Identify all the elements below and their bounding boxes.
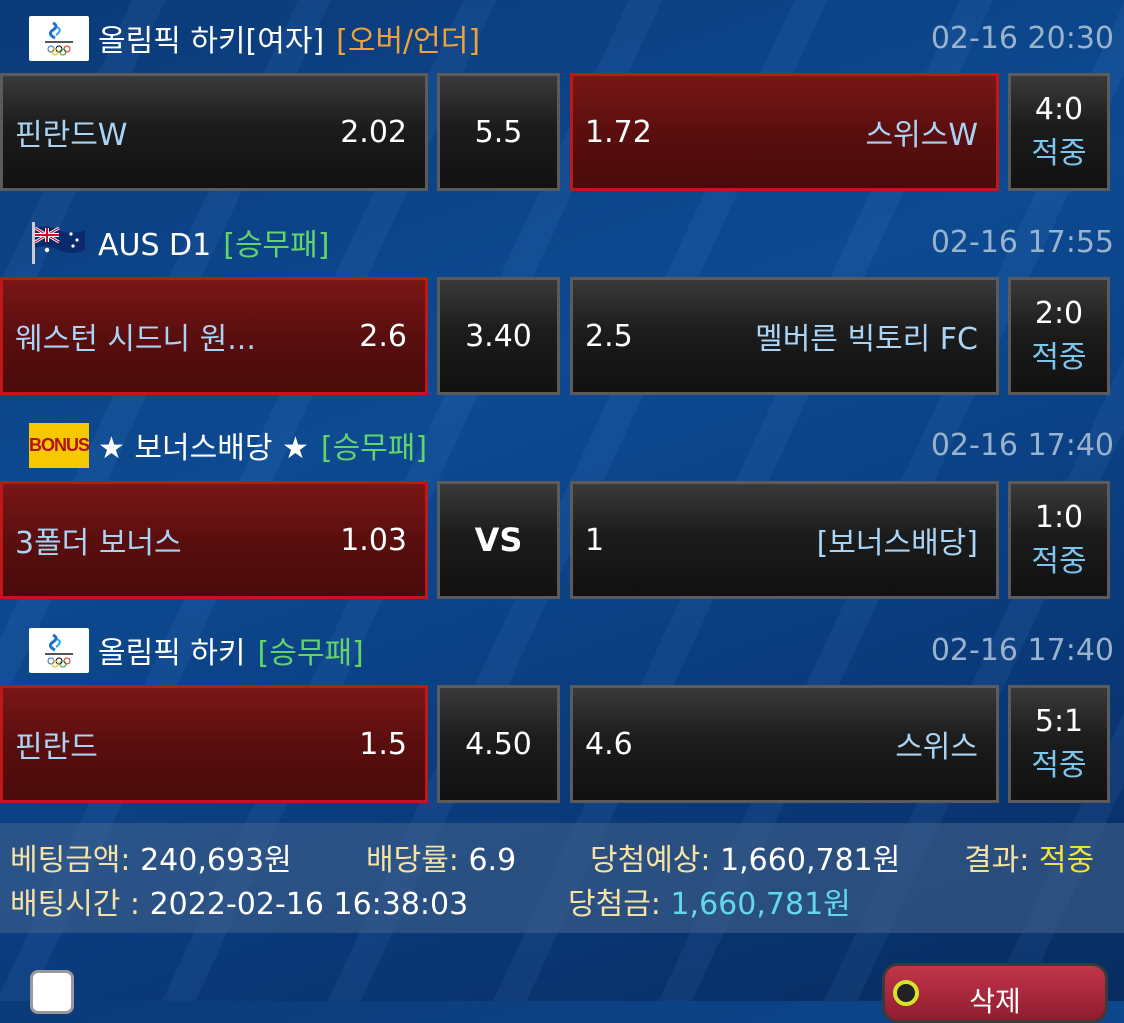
bet-amount-label: 베팅금액: (10, 843, 131, 878)
home-team: 웨스턴 시드니 원... (15, 322, 256, 357)
away-team: 스위스 (895, 730, 978, 765)
final-score: 4:0 (1034, 92, 1084, 127)
home-team: 핀란드W (15, 118, 128, 153)
olympic-logo-icon (29, 627, 89, 673)
result-box: 4:0 적중 (1008, 73, 1110, 191)
bet-type-tag: [승무패] (223, 228, 330, 263)
home-odd: 1.03 (340, 522, 407, 558)
select-checkbox[interactable] (30, 970, 74, 1014)
mid-value: 4.50 (465, 726, 532, 762)
expected-label: 당첨예상: (590, 843, 711, 878)
win-amount: 당첨금: 1,660,781원 (568, 879, 851, 923)
away-odd: 2.5 (585, 318, 633, 354)
away-team: 스위스W (865, 118, 978, 153)
away-odd: 4.6 (585, 726, 633, 762)
bet-header: BONUS ★ 보너스배당 ★ [승무패] 02-16 17:40 (0, 415, 1124, 475)
away-odd: 1 (585, 522, 605, 558)
bet-type-tag: [승무패] (257, 636, 364, 671)
final-score: 5:1 (1034, 704, 1084, 739)
home-pick[interactable]: 웨스턴 시드니 원... 2.6 (0, 277, 428, 395)
result: 결과: 적중 (964, 835, 1094, 879)
result-status: 적중 (1031, 748, 1087, 783)
result-status: 적중 (1031, 136, 1087, 171)
bet-type-tag: [오버/언더] (336, 24, 481, 59)
match-time: 02-16 17:40 (930, 427, 1114, 463)
bet-amount-value: 240,693원 (140, 843, 292, 878)
draw-pick[interactable]: 4.50 (437, 685, 560, 803)
away-team: 멜버른 빅토리 FC (755, 322, 978, 357)
home-team: 3폴더 보너스 (15, 526, 182, 561)
league-name: 올림픽 하키[여자] [오버/언더] (98, 16, 480, 60)
away-pick[interactable]: 2.5 멜버른 빅토리 FC (570, 277, 999, 395)
bet-time: 배팅시간 : 2022-02-16 16:38:03 (10, 879, 468, 923)
league-title: 올림픽 하키 (98, 636, 246, 671)
match-time: 02-16 17:55 (930, 224, 1114, 260)
league-title: AUS D1 (98, 228, 212, 263)
delete-label: 삭제 (969, 985, 1021, 1018)
bet-summary: 베팅금액: 240,693원 배당률: 6.9 당첨예상: 1,660,781원… (0, 823, 1124, 933)
home-odd: 1.5 (359, 726, 407, 762)
result-status: 적중 (1031, 340, 1087, 375)
league-title: ★ 보너스배당 ★ (98, 431, 309, 466)
home-odd: 2.6 (359, 318, 407, 354)
final-score: 2:0 (1034, 296, 1084, 331)
bet-amount: 베팅금액: 240,693원 (10, 835, 292, 879)
final-score: 1:0 (1034, 500, 1084, 535)
result-box: 1:0 적중 (1008, 481, 1110, 599)
home-pick[interactable]: 핀란드 1.5 (0, 685, 428, 803)
away-odd: 1.72 (585, 114, 652, 150)
expected-value: 1,660,781원 (720, 843, 901, 878)
away-pick[interactable]: 1.72 스위스W (570, 73, 999, 191)
home-pick[interactable]: 3폴더 보너스 1.03 (0, 481, 428, 599)
delete-button[interactable]: 삭제 (882, 963, 1108, 1023)
mid-value: 3.40 (465, 318, 532, 354)
away-team: [보너스배당] (816, 526, 978, 561)
home-team: 핀란드 (15, 730, 98, 765)
bet-header: 올림픽 하키 [승무패] 02-16 17:40 (0, 620, 1124, 680)
odds: 배당률: 6.9 (366, 835, 516, 879)
match-time: 02-16 20:30 (930, 20, 1114, 56)
win-label: 당첨금: (568, 887, 661, 922)
league-name: ★ 보너스배당 ★ [승무패] (98, 423, 427, 467)
bet-time-value: 2022-02-16 16:38:03 (149, 887, 469, 922)
radio-dot-icon (893, 980, 919, 1006)
expected-win: 당첨예상: 1,660,781원 (590, 835, 900, 879)
bonus-logo-icon: BONUS (29, 422, 90, 468)
australia-flag-icon (29, 220, 89, 265)
result-value: 적중 (1038, 843, 1095, 878)
result-box: 2:0 적중 (1008, 277, 1110, 395)
bet-time-label: 배팅시간 : (10, 887, 141, 922)
odds-label: 배당률: (366, 843, 459, 878)
league-title: 올림픽 하키[여자] (98, 24, 325, 59)
bet-type-tag: [승무패] (320, 431, 428, 466)
olympic-logo-icon (29, 15, 89, 61)
vs-label: VS (474, 521, 523, 559)
result-box: 5:1 적중 (1008, 685, 1110, 803)
bet-header: AUS D1 [승무패] 02-16 17:55 (0, 212, 1124, 272)
away-pick[interactable]: 4.6 스위스 (570, 685, 999, 803)
result-label: 결과: (964, 843, 1030, 878)
draw-pick[interactable]: 5.5 (437, 73, 560, 191)
bonus-logo-text: BONUS (29, 434, 90, 455)
draw-pick[interactable]: 3.40 (437, 277, 560, 395)
league-name: AUS D1 [승무패] (98, 220, 329, 264)
result-status: 적중 (1031, 544, 1087, 579)
home-odd: 2.02 (340, 114, 407, 150)
league-name: 올림픽 하키 [승무패] (98, 628, 364, 672)
away-pick[interactable]: 1 [보너스배당] (570, 481, 999, 599)
odds-value: 6.9 (468, 843, 517, 878)
bet-header: 올림픽 하키[여자] [오버/언더] 02-16 20:30 (0, 8, 1124, 68)
mid-value: 5.5 (474, 114, 523, 150)
match-time: 02-16 17:40 (930, 632, 1114, 668)
draw-pick[interactable]: VS (437, 481, 560, 599)
win-value: 1,660,781원 (670, 887, 851, 922)
home-pick[interactable]: 핀란드W 2.02 (0, 73, 428, 191)
